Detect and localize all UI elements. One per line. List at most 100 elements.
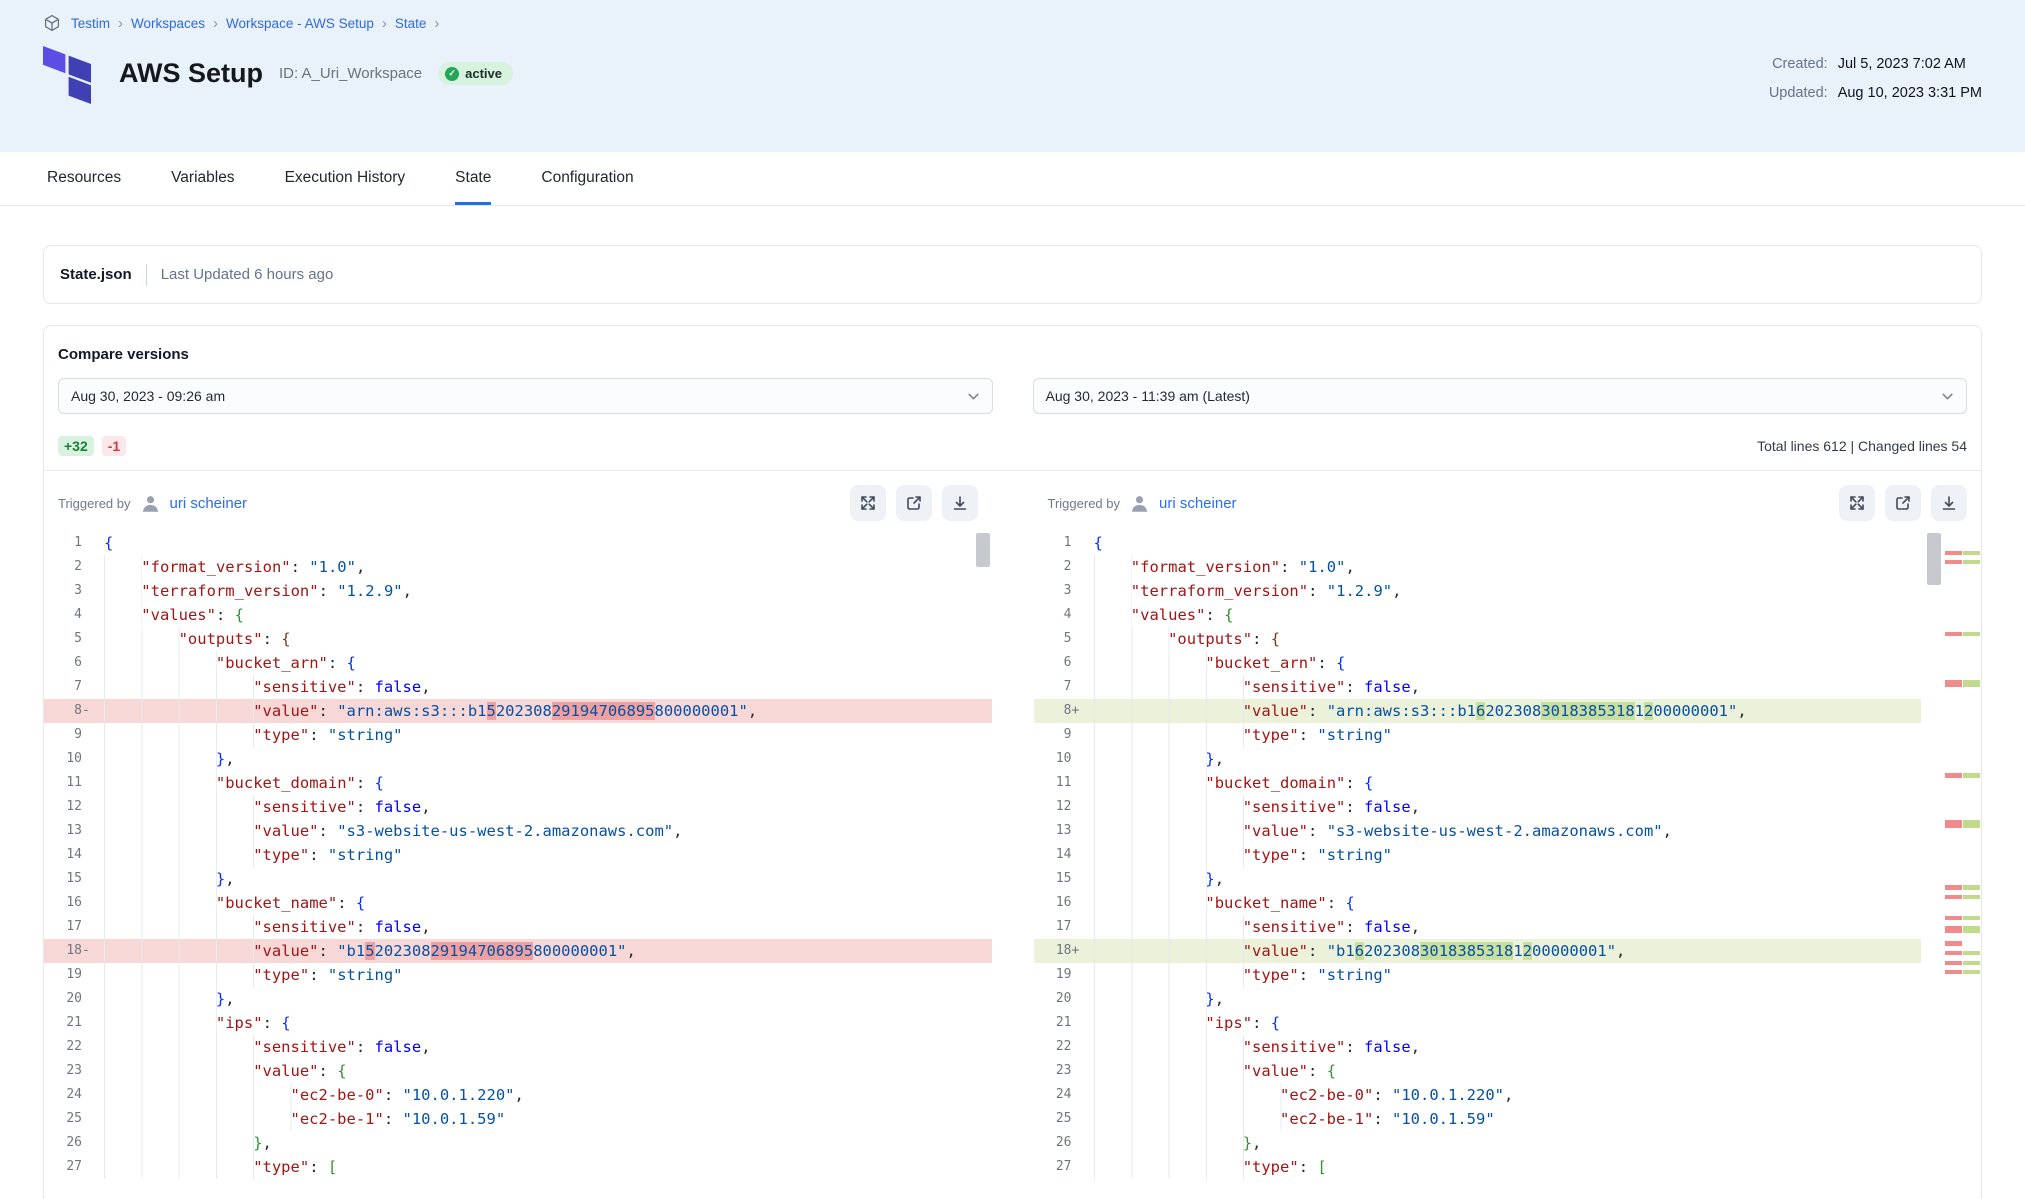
- expand-button[interactable]: [1839, 485, 1875, 521]
- triggered-by-label: Triggered by: [1048, 496, 1121, 511]
- tab-configuration[interactable]: Configuration: [541, 152, 633, 205]
- line-number: 15: [1034, 867, 1082, 891]
- download-button[interactable]: [1931, 485, 1967, 521]
- line-number: 11: [44, 771, 92, 795]
- ruler-mark: [1945, 680, 1981, 687]
- breadcrumb-link-testim[interactable]: Testim: [71, 16, 110, 31]
- code-line: 2"format_version": "1.0",: [44, 555, 992, 579]
- breadcrumb: Testim›Workspaces›Workspace - AWS Setup›…: [43, 14, 1982, 32]
- version-select-left[interactable]: Aug 30, 2023 - 09:26 am: [58, 378, 993, 414]
- line-number: 24: [44, 1083, 92, 1107]
- open-in-new-icon: [905, 494, 923, 512]
- tab-bar: Resources Variables Execution History State…: [0, 152, 2025, 206]
- triggered-by-label: Triggered by: [58, 496, 131, 511]
- code-line: 2"format_version": "1.0",: [1034, 555, 1922, 579]
- tab-variables[interactable]: Variables: [171, 152, 234, 205]
- ruler-mark: [1945, 773, 1981, 778]
- download-button[interactable]: [942, 485, 978, 521]
- breadcrumb-separator: ›: [212, 16, 219, 31]
- chevron-down-icon: [1941, 390, 1954, 403]
- line-number: 9: [44, 723, 92, 747]
- tab-state[interactable]: State: [455, 152, 491, 205]
- code-line: 4"values": {: [1034, 603, 1922, 627]
- line-number: 20: [1034, 987, 1082, 1011]
- line-number: 13: [44, 819, 92, 843]
- line-number: 1: [1034, 531, 1082, 555]
- line-number: 25: [44, 1107, 92, 1131]
- line-number: 2: [44, 555, 92, 579]
- code-line: 8+"value": "arn:aws:s3:::b16202308301838…: [1034, 699, 1922, 723]
- code-line: 23"value": {: [1034, 1059, 1922, 1083]
- workspace-id: ID: A_Uri_Workspace: [279, 65, 422, 82]
- code-line: 11"bucket_domain": {: [1034, 771, 1922, 795]
- line-number: 12: [1034, 795, 1082, 819]
- ruler-mark: [1945, 916, 1981, 920]
- diff-line-summary: Total lines 612 | Changed lines 54: [1757, 438, 1967, 454]
- scrollbar-thumb[interactable]: [1927, 533, 1941, 585]
- breadcrumb-link-workspaces[interactable]: Workspaces: [131, 16, 205, 31]
- code-line: 13"value": "s3-website-us-west-2.amazona…: [44, 819, 992, 843]
- code-line: 7"sensitive": false,: [44, 675, 992, 699]
- open-in-new-button[interactable]: [896, 485, 932, 521]
- line-number: 27: [44, 1155, 92, 1179]
- compare-versions-label: Compare versions: [44, 346, 1981, 363]
- page-title: AWS Setup: [119, 58, 263, 89]
- line-number: 6: [1034, 651, 1082, 675]
- compare-card: Compare versions Aug 30, 2023 - 09:26 am…: [43, 325, 1982, 1199]
- workspace-header: Testim›Workspaces›Workspace - AWS Setup›…: [0, 0, 2025, 152]
- cube-icon: [43, 14, 61, 32]
- code-line: 3"terraform_version": "1.2.9",: [1034, 579, 1922, 603]
- line-number: 17: [44, 915, 92, 939]
- version-select-right[interactable]: Aug 30, 2023 - 11:39 am (Latest): [1033, 378, 1968, 414]
- tab-execution-history[interactable]: Execution History: [285, 152, 406, 205]
- main-content: State.json Last Updated 6 hours ago Comp…: [0, 245, 2025, 1199]
- code-line: 21"ips": {: [44, 1011, 992, 1035]
- panel-actions: [850, 485, 978, 521]
- code-line: 14"type": "string": [1034, 843, 1922, 867]
- updated-value: Aug 10, 2023 3:31 PM: [1838, 85, 1982, 101]
- line-number: 9: [1034, 723, 1082, 747]
- code-line: 27"type": [: [44, 1155, 992, 1179]
- tab-resources[interactable]: Resources: [47, 152, 121, 205]
- code-line: 20},: [1034, 987, 1922, 1011]
- code-line: 13"value": "s3-website-us-west-2.amazona…: [1034, 819, 1922, 843]
- code-line: 22"sensitive": false,: [44, 1035, 992, 1059]
- code-line: 10},: [44, 747, 992, 771]
- user-link[interactable]: uri scheiner: [1159, 495, 1237, 512]
- breadcrumb-link-workspace-aws-setup[interactable]: Workspace - AWS Setup: [226, 16, 374, 31]
- line-number: 6: [44, 651, 92, 675]
- line-number: 3: [1034, 579, 1082, 603]
- code-line: 15},: [44, 867, 992, 891]
- line-number: 22: [1034, 1035, 1082, 1059]
- workspace-meta: Created: Jul 5, 2023 7:02 AM Updated: Au…: [1769, 56, 1982, 101]
- open-in-new-button[interactable]: [1885, 485, 1921, 521]
- line-number: 10: [1034, 747, 1082, 771]
- check-icon: ✓: [445, 67, 459, 81]
- line-number: 22: [44, 1035, 92, 1059]
- user-link[interactable]: uri scheiner: [170, 495, 248, 512]
- code-panel-right: 1{2"format_version": "1.0",3"terraform_v…: [1034, 531, 1982, 1179]
- breadcrumb-link-state[interactable]: State: [395, 16, 427, 31]
- code-line: 4"values": {: [44, 603, 992, 627]
- code-line: 9"type": "string": [1034, 723, 1922, 747]
- code-line: 5"outputs": {: [1034, 627, 1922, 651]
- code-line: 14"type": "string": [44, 843, 992, 867]
- download-icon: [1940, 494, 1958, 512]
- code-line: 8-"value": "arn:aws:s3:::b15202308291947…: [44, 699, 992, 723]
- code-line: 12"sensitive": false,: [1034, 795, 1922, 819]
- line-number: 23: [44, 1059, 92, 1083]
- ruler-mark: [1945, 551, 1981, 555]
- code-line: 25"ec2-be-1": "10.0.1.59": [1034, 1107, 1922, 1131]
- code-line: 16"bucket_name": {: [1034, 891, 1922, 915]
- expand-button[interactable]: [850, 485, 886, 521]
- scrollbar-thumb[interactable]: [976, 533, 990, 567]
- line-number: 7: [1034, 675, 1082, 699]
- status-badge: ✓ active: [438, 62, 513, 85]
- code-line: 1{: [1034, 531, 1922, 555]
- line-number: 18-: [44, 939, 92, 963]
- breadcrumb-separator: ›: [117, 16, 124, 31]
- diff-grid: Triggered by uri scheiner: [44, 471, 1981, 1179]
- code-line: 17"sensitive": false,: [44, 915, 992, 939]
- line-number: 14: [44, 843, 92, 867]
- line-number: 26: [1034, 1131, 1082, 1155]
